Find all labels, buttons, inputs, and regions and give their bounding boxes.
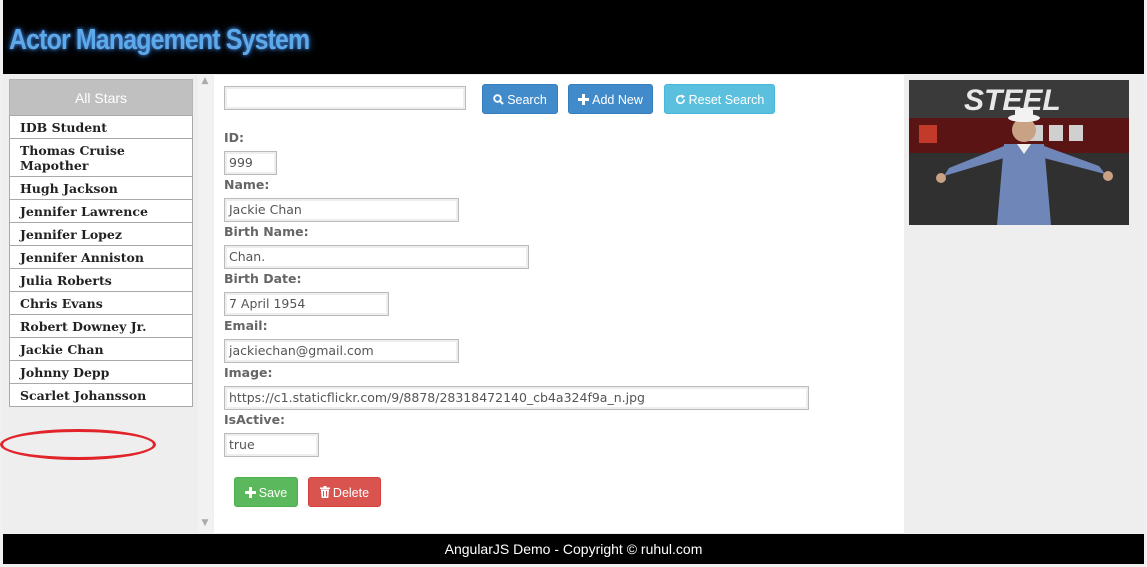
plus-icon: [578, 85, 590, 115]
is-active-label: IsActive:: [224, 412, 286, 427]
search-button-label: Search: [507, 93, 547, 107]
search-button[interactable]: Search: [482, 84, 558, 114]
birth-date-label: Birth Date:: [224, 271, 302, 286]
sidebar-header: All Stars: [9, 79, 193, 117]
save-button-label: Save: [258, 486, 288, 500]
reset-search-button[interactable]: Reset Search: [664, 84, 775, 114]
scroll-down-icon[interactable]: ▼: [199, 518, 211, 530]
page-footer: AngularJS Demo - Copyright © ruhul.com: [3, 534, 1144, 564]
search-input[interactable]: [224, 86, 466, 110]
sidebar-item-thomas-cruise-mapother[interactable]: Thomas Cruise Mapother: [9, 139, 193, 177]
sidebar-item-jackie-chan[interactable]: Jackie Chan: [9, 338, 193, 361]
scroll-up-icon[interactable]: ▲: [199, 76, 211, 88]
image-label: Image:: [224, 365, 273, 380]
app-title: Actor Management System: [9, 24, 310, 56]
birth-name-label: Birth Name:: [224, 224, 309, 239]
image-url-field[interactable]: https://c1.staticflickr.com/9/8878/28318…: [224, 386, 809, 410]
save-button[interactable]: Save: [234, 477, 298, 507]
id-field[interactable]: 999: [224, 151, 277, 175]
sidebar: All Stars IDB Student Thomas Cruise Mapot…: [0, 75, 199, 533]
highlight-annotation: [0, 429, 156, 460]
reset-search-button-label: Reset Search: [688, 93, 765, 107]
photo-panel: STEEL: [904, 75, 1144, 533]
add-new-button-label: Add New: [592, 93, 643, 107]
sidebar-scrollbar[interactable]: [198, 75, 212, 533]
page-header: Actor Management System: [3, 0, 1144, 74]
sidebar-item-jennifer-anniston[interactable]: Jennifer Anniston: [9, 246, 193, 269]
email-field[interactable]: jackiechan@gmail.com: [224, 339, 459, 363]
plus-icon: [244, 478, 256, 508]
sidebar-item-idb-student[interactable]: IDB Student: [9, 115, 193, 139]
app-window: Actor Management System All Stars IDB St…: [0, 0, 1147, 567]
sidebar-item-jennifer-lopez[interactable]: Jennifer Lopez: [9, 223, 193, 246]
refresh-icon: [675, 85, 686, 115]
actor-photo: STEEL: [909, 80, 1129, 225]
name-field[interactable]: Jackie Chan: [224, 198, 459, 222]
is-active-field[interactable]: true: [224, 433, 319, 457]
sidebar-item-johnny-depp[interactable]: Johnny Depp: [9, 361, 193, 384]
sidebar-item-scarlet-johansson[interactable]: Scarlet Johansson: [9, 384, 193, 407]
delete-button-label: Delete: [332, 486, 370, 500]
sidebar-item-jennifer-lawrence[interactable]: Jennifer Lawrence: [9, 200, 193, 223]
add-new-button[interactable]: Add New: [568, 84, 653, 114]
sidebar-item-robert-downey-jr[interactable]: Robert Downey Jr.: [9, 315, 193, 338]
photo-banner-text: STEEL: [964, 84, 1061, 117]
star-list: IDB Student Thomas Cruise Mapother Hugh Ja…: [9, 115, 193, 407]
trash-icon: [319, 478, 330, 508]
id-label: ID:: [224, 130, 245, 145]
email-label: Email:: [224, 318, 268, 333]
sidebar-item-hugh-jackson[interactable]: Hugh Jackson: [9, 177, 193, 200]
birth-date-field[interactable]: 7 April 1954: [224, 292, 389, 316]
delete-button[interactable]: Delete: [308, 477, 381, 507]
birth-name-field[interactable]: Chan.: [224, 245, 529, 269]
name-label: Name:: [224, 177, 270, 192]
sidebar-item-julia-roberts[interactable]: Julia Roberts: [9, 269, 193, 292]
sidebar-item-chris-evans[interactable]: Chris Evans: [9, 292, 193, 315]
main-panel: Search Add New Reset Search ID: 999 Name…: [214, 75, 904, 533]
search-icon: [493, 85, 504, 115]
